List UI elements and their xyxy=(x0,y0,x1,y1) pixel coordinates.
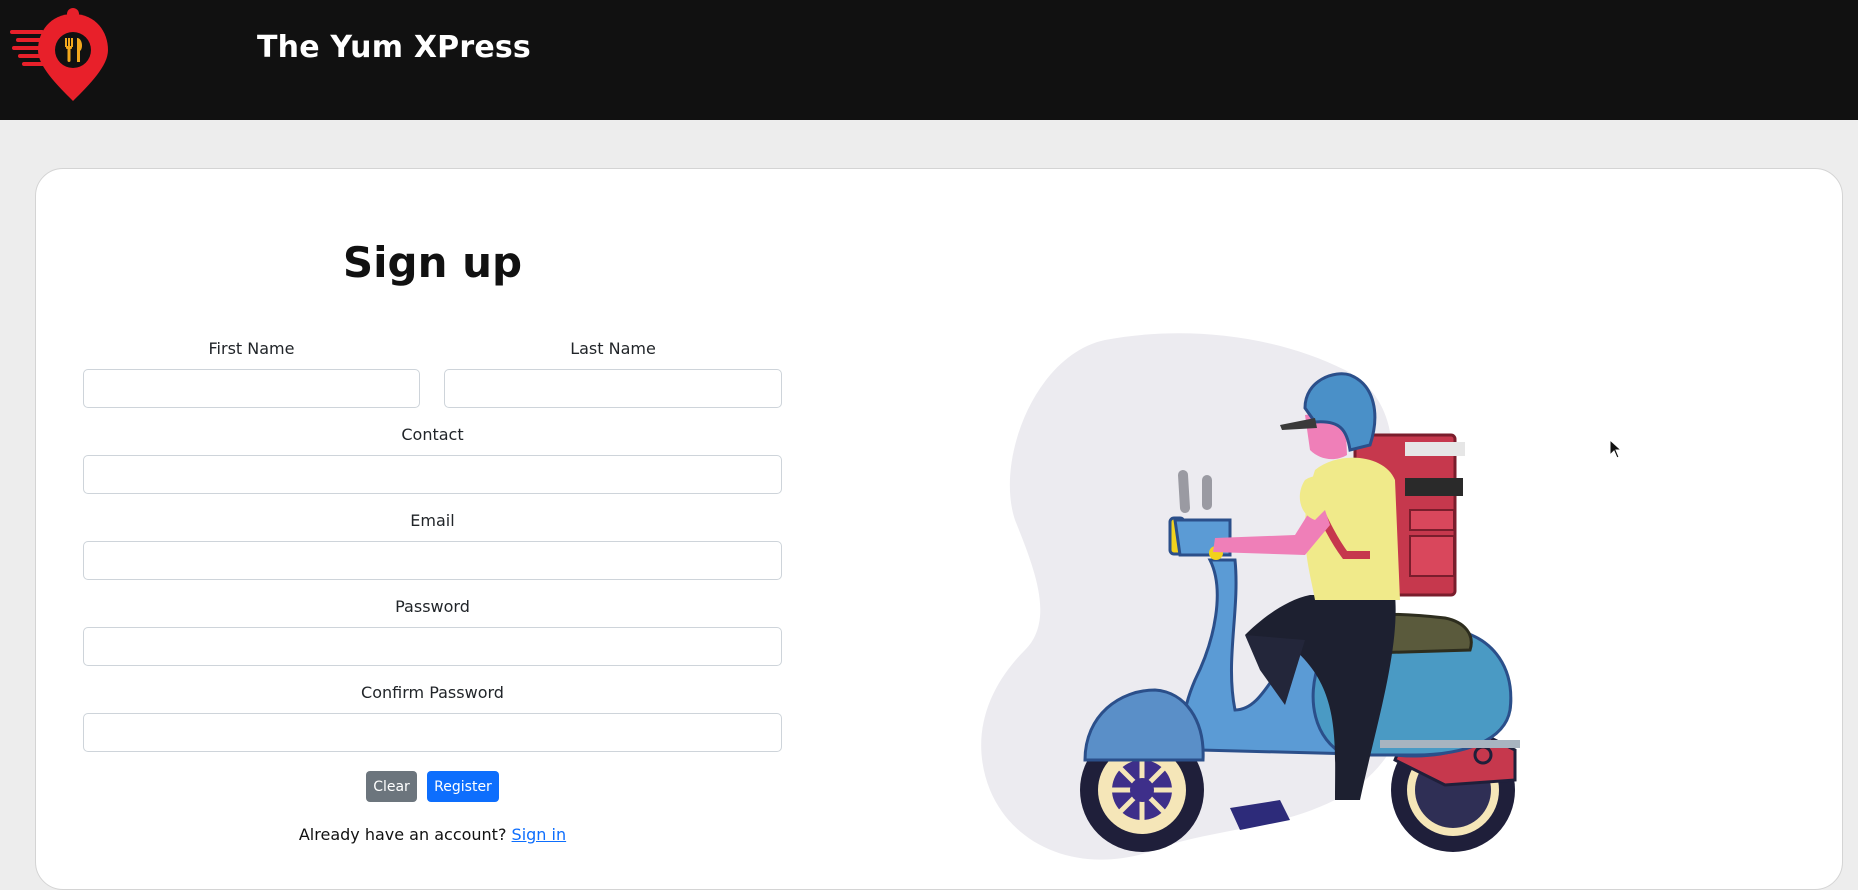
top-navbar: The Yum XPress xyxy=(0,0,1858,120)
brand-name[interactable]: The Yum XPress xyxy=(257,30,531,65)
register-button[interactable]: Register xyxy=(427,771,499,802)
signin-prompt-text: Already have an account? xyxy=(298,825,507,844)
confirm-password-label: Confirm Password xyxy=(361,683,504,702)
signin-link[interactable]: Sign in xyxy=(512,825,567,844)
password-input[interactable] xyxy=(83,627,782,666)
mouse-cursor-icon xyxy=(1609,439,1623,459)
delivery-scooter-illustration xyxy=(981,333,1520,860)
page-title: Sign up xyxy=(342,238,523,287)
email-label: Email xyxy=(410,511,455,530)
last-name-input[interactable] xyxy=(444,369,782,408)
email-input[interactable] xyxy=(83,541,782,580)
contact-input[interactable] xyxy=(83,455,782,494)
last-name-label: Last Name xyxy=(570,339,656,358)
clear-button[interactable]: Clear xyxy=(366,771,417,802)
signin-prompt: Already have an account? Sign in xyxy=(83,825,782,844)
brand-logo-icon[interactable] xyxy=(8,4,112,104)
contact-label: Contact xyxy=(401,425,464,444)
password-label: Password xyxy=(395,597,470,616)
first-name-label: First Name xyxy=(208,339,295,358)
confirm-password-input[interactable] xyxy=(83,713,782,752)
first-name-input[interactable] xyxy=(83,369,420,408)
